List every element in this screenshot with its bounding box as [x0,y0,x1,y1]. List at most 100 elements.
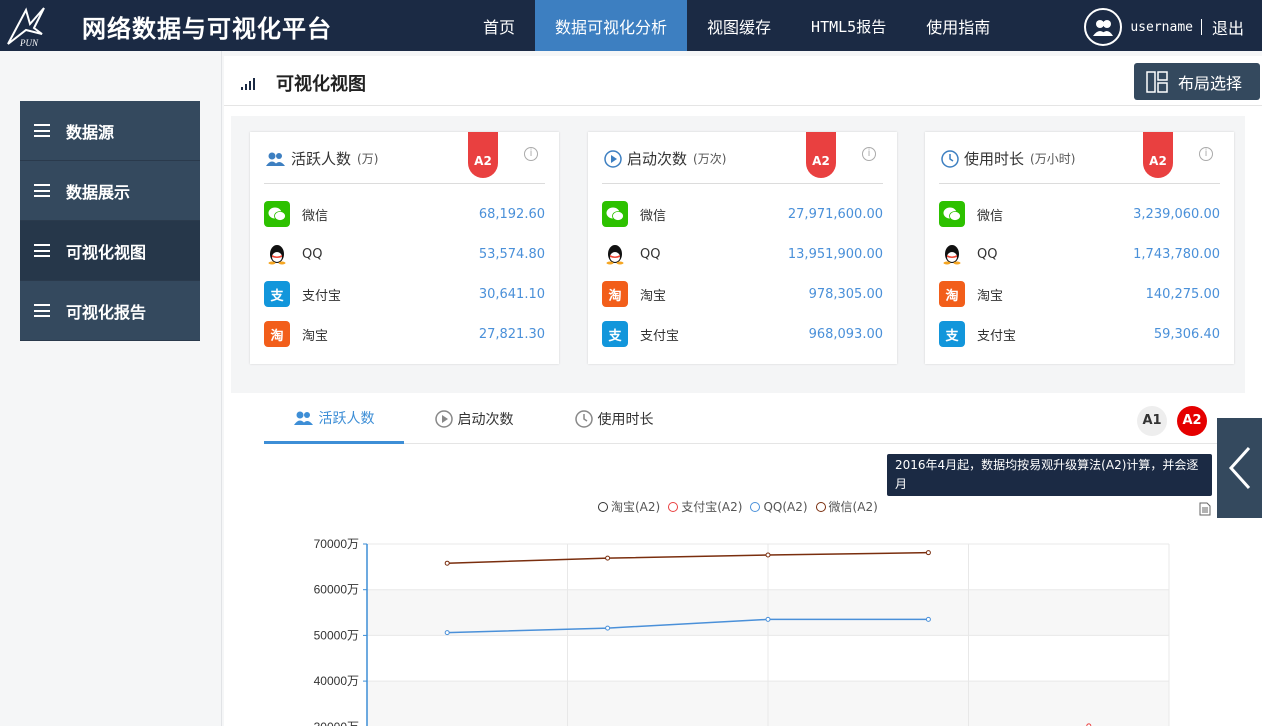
user-avatar-icon[interactable] [1084,8,1123,46]
legend-label: 淘宝(A2) [611,500,661,514]
legend-label: QQ(A2) [763,499,808,514]
qq-icon [264,241,290,267]
sidebar-item-data-display[interactable]: 数据展示 [20,161,200,221]
list-item: QQ 53,574.80 [264,234,545,274]
logo-icon[interactable]: PUN [4,4,48,48]
tab-label: 使用时长 [597,412,654,428]
metric-tabs: 活跃人数 启动次数 使用时长 A1 A2 [264,394,1244,444]
list-item: 支支付宝 968,093.00 [602,314,883,354]
alipay-icon: 支 [602,321,628,347]
top-bar: PUN 网络数据与可视化平台 首页 数据可视化分析 视图缓存 HTML5报告 使… [0,0,1262,51]
list-item: 微信 68,192.60 [264,194,545,234]
app-name: QQ [977,246,998,262]
menu-icon [34,304,50,317]
menu-icon [34,244,50,257]
card-title: 启动次数 [627,150,688,168]
list-item: QQ 1,743,780.00 [939,234,1220,274]
tab-launch-count[interactable]: 启动次数 [424,394,524,444]
sidebar-item-label: 数据源 [66,122,115,142]
algo-badge: A2 [1143,132,1173,178]
y-tick-label: 40000万 [314,674,359,688]
users-icon [293,411,313,425]
legend-item[interactable]: 淘宝(A2) [598,498,660,515]
stat-value: 140,275.00 [1145,286,1220,302]
y-tick-label: 60000万 [314,583,359,597]
list-item: 淘淘宝 27,821.30 [264,314,545,354]
data-point [925,550,931,556]
stat-value: 27,821.30 [478,326,545,342]
app-name: 淘宝 [302,328,329,344]
y-tick-label: 30000万 [314,720,359,726]
layout-icon [1146,70,1168,93]
algorithm-note-tooltip: 2016年4月起，数据均按易观升级算法(A2)计算，并会逐月 追回本年前期数据，… [887,454,1212,510]
username[interactable]: username [1130,20,1193,35]
data-point [444,560,450,566]
sidebar-item-data-source[interactable]: 数据源 [20,101,200,161]
tab-usage-time[interactable]: 使用时长 [564,394,664,444]
sidebar-item-visual-view[interactable]: 可视化视图 [20,221,200,281]
stat-value: 3,239,060.00 [1133,206,1220,222]
sidebar-item-label: 可视化报告 [66,302,147,322]
card-unit: (万小时) [1030,152,1076,166]
page-title: 可视化视图 [276,74,366,95]
note-line-2: 追回本年前期数据，敬请关注！ [895,496,1064,510]
list-item: 支支付宝 59,306.40 [939,314,1220,354]
info-icon[interactable]: i [524,147,538,161]
info-icon[interactable]: i [862,147,876,161]
chart-legend: 淘宝(A2) 支付宝(A2) QQ(A2) 微信(A2) [598,498,886,515]
app-name: 支付宝 [640,328,680,344]
app-name: QQ [302,246,323,262]
card-title: 使用时长 [964,150,1025,168]
stat-value: 1,743,780.00 [1133,246,1220,262]
layout-select-button[interactable]: 布局选择 [1134,63,1260,100]
main-nav: 首页 数据可视化分析 视图缓存 HTML5报告 使用指南 [463,0,1010,51]
legend-item[interactable]: QQ(A2) [750,498,808,515]
card-unit: (万) [357,152,379,166]
legend-item[interactable]: 支付宝(A2) [668,498,742,515]
page-header: 可视化视图 布局选择 [224,56,1262,106]
card-usage-time: 使用时长 (万小时) A2 i 微信 3,239,060.00 QQ 1,743,7… [925,132,1234,364]
side-menu: 数据源 数据展示 可视化视图 可视化报告 [20,101,200,341]
series-line [447,551,929,564]
data-view-icon[interactable] [1199,502,1211,520]
algo-a2-button[interactable]: A2 [1177,406,1207,436]
app-name: 微信 [302,208,329,224]
stat-cards: 活跃人数 (万) A2 i 微信 68,192.60 QQ 53,574.80 支支… [231,116,1245,393]
logout-link[interactable]: 退出 [1212,15,1244,39]
taobao-icon: 淘 [264,321,290,347]
taobao-icon: 淘 [939,281,965,307]
app-name: 淘宝 [640,288,667,304]
note-line-1: 2016年4月起，数据均按易观升级算法(A2)计算，并会逐月 [895,458,1199,491]
nav-home[interactable]: 首页 [463,0,535,51]
data-point [925,616,931,622]
app-title: 网络数据与可视化平台 [82,14,332,43]
data-point [765,552,771,558]
taobao-icon: 淘 [602,281,628,307]
user-area: username 退出 [1084,8,1244,46]
list-item: 微信 3,239,060.00 [939,194,1220,234]
stat-value: 59,306.40 [1153,326,1220,342]
tab-active-users[interactable]: 活跃人数 [264,394,404,444]
signal-bars-icon [241,76,257,90]
stat-value: 68,192.60 [478,206,545,222]
legend-marker [750,501,761,512]
nav-html5-report[interactable]: HTML5报告 [791,0,906,51]
qq-icon [602,241,628,267]
main-content: 可视化视图 布局选择 活跃人数 (万) A2 i 微信 68,192.60 QQ 5… [224,56,1262,726]
info-icon[interactable]: i [1199,147,1213,161]
list-item: 微信 27,971,600.00 [602,194,883,234]
list-item: QQ 13,951,900.00 [602,234,883,274]
algo-badge: A2 [468,132,498,178]
legend-item[interactable]: 微信(A2) [815,498,878,515]
sidebar-item-label: 数据展示 [66,182,131,202]
stat-value: 978,305.00 [808,286,883,302]
nav-view-cache[interactable]: 视图缓存 [687,0,791,51]
collapse-panel-button[interactable] [1217,418,1262,518]
nav-data-analysis[interactable]: 数据可视化分析 [535,0,688,51]
algo-a1-button[interactable]: A1 [1137,406,1167,436]
sidebar-item-visual-report[interactable]: 可视化报告 [20,281,200,341]
nav-guide[interactable]: 使用指南 [906,0,1010,51]
chevron-left-icon [1228,446,1250,490]
card-active-users: 活跃人数 (万) A2 i 微信 68,192.60 QQ 53,574.80 支支… [250,132,559,364]
list-item: 淘淘宝 978,305.00 [602,274,883,314]
